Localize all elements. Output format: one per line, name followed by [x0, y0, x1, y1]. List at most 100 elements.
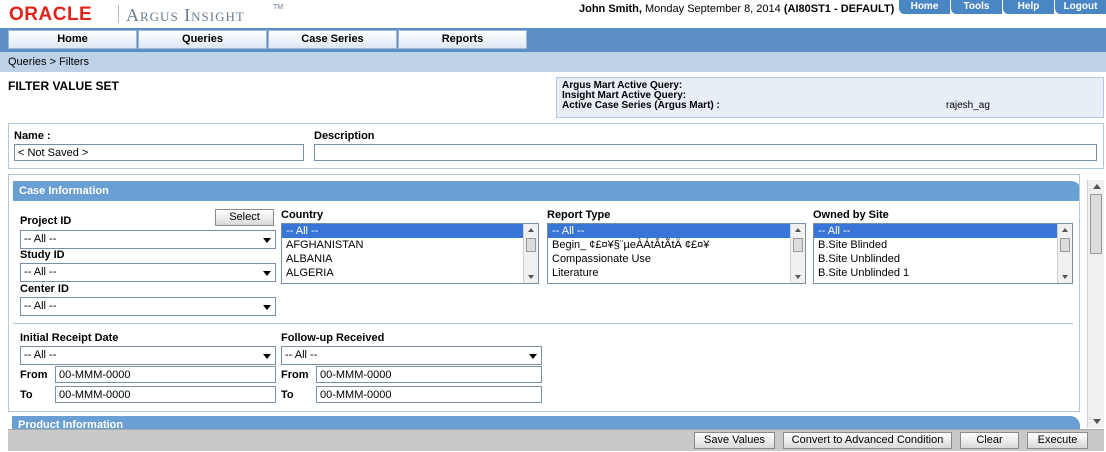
- country-listbox[interactable]: -- All -- AFGHANISTAN ALBANIA ALGERIA: [281, 223, 539, 284]
- chevron-down-icon: [529, 354, 537, 359]
- top-links: Home Tools Help Logout: [898, 0, 1106, 14]
- report-type-listbox[interactable]: -- All -- Begin_ ¢£¤¥§¨µeÀÁtÂtÃtÄ ¢£¤¥ C…: [547, 223, 806, 284]
- scroll-thumb[interactable]: [1090, 194, 1102, 254]
- owned-by-site-option[interactable]: B.Site Unblinded: [814, 252, 1072, 266]
- product-information-header-visible[interactable]: Product Information: [12, 416, 1080, 429]
- scroll-down-icon: [795, 275, 801, 279]
- followup-to-field[interactable]: [316, 386, 542, 403]
- nav-tab-home[interactable]: Home: [8, 30, 137, 49]
- followup-select[interactable]: -- All --: [281, 346, 542, 365]
- report-type-option[interactable]: Literature: [548, 266, 805, 280]
- report-type-option[interactable]: -- All --: [548, 224, 805, 238]
- country-label: Country: [281, 209, 324, 221]
- nav-tab-queries[interactable]: Queries: [138, 30, 267, 49]
- study-id-label: Study ID: [20, 249, 65, 261]
- name-label: Name :: [14, 130, 51, 142]
- chevron-down-icon: [263, 305, 271, 310]
- active-query-panel: Argus Mart Active Query: Insight Mart Ac…: [556, 77, 1104, 118]
- project-id-value: -- All --: [24, 233, 57, 245]
- initial-receipt-label: Initial Receipt Date: [20, 332, 119, 344]
- scroll-down-icon: [528, 275, 534, 279]
- owned-by-site-option[interactable]: B.Site Blinded: [814, 238, 1072, 252]
- clear-button[interactable]: Clear: [960, 432, 1019, 449]
- country-option[interactable]: -- All --: [282, 224, 538, 238]
- report-type-option[interactable]: Compassionate Use: [548, 252, 805, 266]
- project-id-label: Project ID: [20, 215, 72, 227]
- followup-from-field[interactable]: [316, 366, 542, 383]
- country-option[interactable]: ALBANIA: [282, 252, 538, 266]
- page-title: FILTER VALUE SET: [8, 79, 119, 93]
- help-link[interactable]: Help: [1002, 0, 1054, 14]
- scroll-thumb[interactable]: [1060, 238, 1070, 252]
- logout-link[interactable]: Logout: [1054, 0, 1106, 14]
- followup-value: -- All --: [285, 349, 318, 361]
- initial-receipt-value: -- All --: [24, 349, 57, 361]
- followup-to-label: To: [281, 389, 294, 401]
- logo-divider: [118, 5, 119, 23]
- study-id-select[interactable]: -- All --: [20, 263, 276, 282]
- initial-receipt-from-label: From: [20, 369, 48, 381]
- owned-by-site-option[interactable]: -- All --: [814, 224, 1072, 238]
- followup-from-label: From: [281, 369, 309, 381]
- description-label: Description: [314, 130, 375, 142]
- initial-receipt-to-field[interactable]: [55, 386, 276, 403]
- scroll-down-icon: [1093, 419, 1101, 424]
- tools-link[interactable]: Tools: [950, 0, 1002, 14]
- user-info: John Smith, Monday September 8, 2014 (AI…: [579, 3, 894, 15]
- oracle-logo: ORACLE: [9, 4, 93, 25]
- nav-tab-reports[interactable]: Reports: [398, 30, 527, 49]
- scroll-thumb[interactable]: [526, 238, 536, 252]
- scroll-up-icon: [1093, 184, 1101, 189]
- current-date: Monday September 8, 2014: [645, 3, 781, 15]
- page-scrollbar[interactable]: [1087, 180, 1104, 428]
- breadcrumb: Queries > Filters: [0, 52, 1106, 72]
- active-case-series-row: Active Case Series (Argus Mart) : rajesh…: [562, 101, 1098, 111]
- owned-by-site-scrollbar[interactable]: [1057, 224, 1072, 283]
- center-id-label: Center ID: [20, 283, 69, 295]
- scroll-up-icon: [795, 228, 801, 232]
- convert-advanced-condition-button[interactable]: Convert to Advanced Condition: [783, 432, 952, 449]
- scroll-down-icon: [1062, 275, 1068, 279]
- active-case-series-user: rajesh_ag: [946, 100, 990, 111]
- nav-tab-case-series[interactable]: Case Series: [268, 30, 397, 49]
- chevron-down-icon: [263, 238, 271, 243]
- country-option[interactable]: ALGERIA: [282, 266, 538, 280]
- initial-receipt-select[interactable]: -- All --: [20, 346, 276, 365]
- report-type-option[interactable]: Begin_ ¢£¤¥§¨µeÀÁtÂtÃtÄ ¢£¤¥: [548, 238, 805, 252]
- scroll-thumb[interactable]: [793, 238, 803, 252]
- execute-button[interactable]: Execute: [1027, 432, 1088, 449]
- user-name: John Smith,: [579, 3, 642, 15]
- scroll-up-icon: [528, 228, 534, 232]
- study-id-value: -- All --: [24, 266, 57, 278]
- center-id-select[interactable]: -- All --: [20, 297, 276, 316]
- active-case-series-label: Active Case Series (Argus Mart) :: [562, 100, 720, 111]
- filter-sections: Case Information Project ID Select -- Al…: [8, 174, 1080, 412]
- owned-by-site-option[interactable]: B.Site Unblinded 1: [814, 266, 1072, 280]
- database-name: (AI80ST1 - DEFAULT): [783, 3, 895, 15]
- followup-label: Follow-up Received: [281, 332, 385, 344]
- country-option[interactable]: AFGHANISTAN: [282, 238, 538, 252]
- case-information-header[interactable]: Case Information: [13, 181, 1079, 201]
- name-description-panel: Name : Description: [8, 123, 1104, 169]
- section-divider: [13, 323, 1073, 324]
- name-field[interactable]: [14, 144, 304, 161]
- report-type-scrollbar[interactable]: [790, 224, 805, 283]
- initial-receipt-from-field[interactable]: [55, 366, 276, 383]
- save-values-button[interactable]: Save Values: [694, 432, 775, 449]
- description-field[interactable]: [314, 144, 1097, 161]
- owned-by-site-listbox[interactable]: -- All -- B.Site Blinded B.Site Unblinde…: [813, 223, 1073, 284]
- main-nav: Home Queries Case Series Reports: [0, 28, 1106, 52]
- home-link[interactable]: Home: [898, 0, 950, 14]
- select-project-button[interactable]: Select: [215, 209, 274, 226]
- app-header: ORACLE Argus Insight TM John Smith, Mond…: [0, 0, 1106, 28]
- country-scrollbar[interactable]: [523, 224, 538, 283]
- trademark-mark: TM: [273, 4, 284, 11]
- report-type-label: Report Type: [547, 209, 611, 221]
- argus-insight-logo: Argus Insight: [126, 5, 245, 25]
- action-bar: Save Values Convert to Advanced Conditio…: [8, 429, 1104, 451]
- project-id-select[interactable]: -- All --: [20, 230, 276, 249]
- owned-by-site-label: Owned by Site: [813, 209, 889, 221]
- chevron-down-icon: [263, 271, 271, 276]
- chevron-down-icon: [263, 354, 271, 359]
- scroll-up-icon: [1062, 228, 1068, 232]
